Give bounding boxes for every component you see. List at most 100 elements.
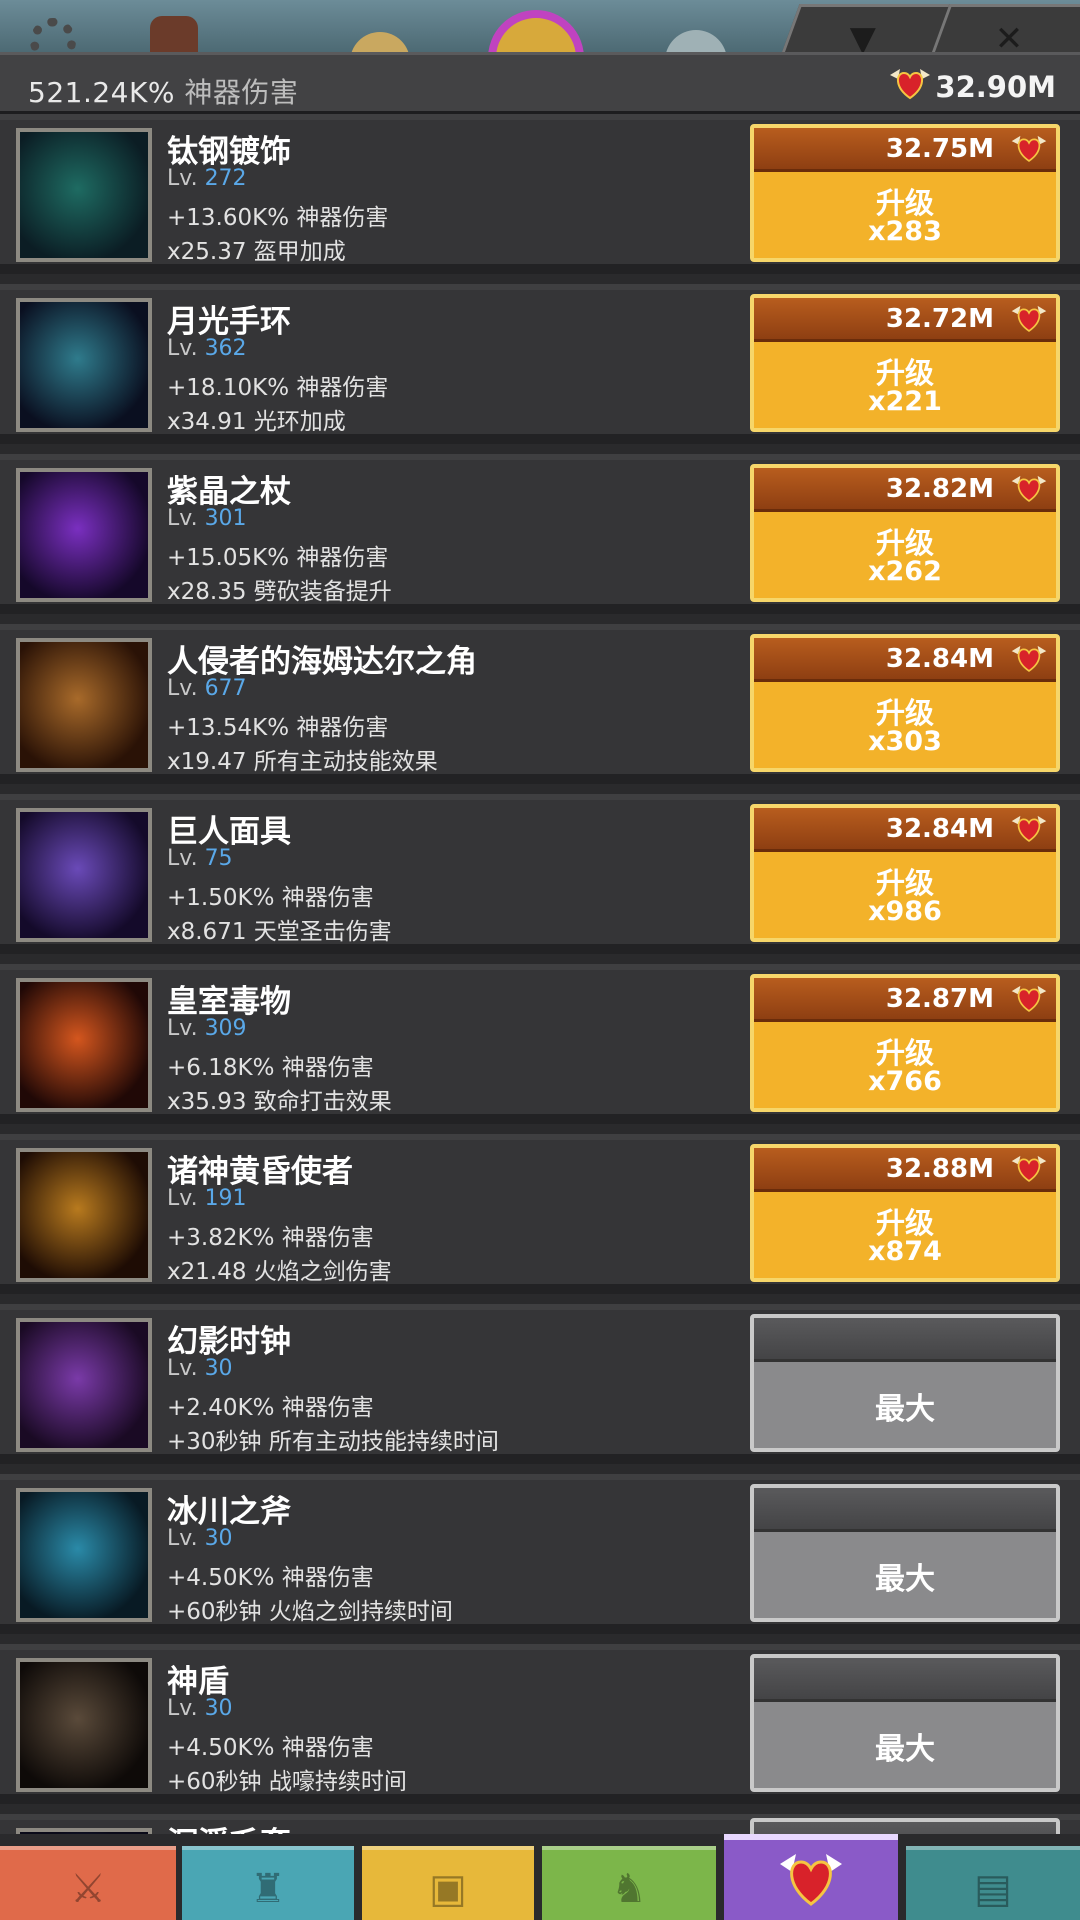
- artifact-level-value: 309: [204, 1016, 247, 1041]
- artifact-level-value: 30: [204, 1526, 233, 1551]
- winged-heart-icon: [1010, 132, 1048, 168]
- artifact-row[interactable]: 月光手环 Lv. 362 +18.10K% 神器伤害 x34.91 光环加成 3…: [0, 284, 1080, 444]
- upgrade-button[interactable]: 32.84M 升级 x303: [750, 634, 1060, 772]
- artifact-name: 月光手环: [167, 304, 291, 340]
- upgrade-button[interactable]: 32.82M 升级 x262: [750, 464, 1060, 602]
- artifact-row[interactable]: 幻影时钟 Lv. 30 +2.40K% 神器伤害 +30秒钟 所有主动技能持续时…: [0, 1304, 1080, 1464]
- helmet-icon: ♜: [250, 1866, 286, 1912]
- artifact-name: 巨人面具: [167, 814, 291, 850]
- artifact-row[interactable]: 冰川之斧 Lv. 30 +4.50K% 神器伤害 +60秒钟 火焰之剑持续时间 …: [0, 1474, 1080, 1634]
- upgrade-multiplier: x986: [868, 896, 942, 927]
- artifact-effect-primary: +13.54K% 神器伤害: [167, 715, 389, 741]
- upgrade-multiplier: x766: [868, 1066, 942, 1097]
- artifact-row[interactable]: 沉浮毛套: [0, 1814, 1080, 1834]
- artifact-row[interactable]: 神盾 Lv. 30 +4.50K% 神器伤害 +60秒钟 战嚎持续时间 最大: [0, 1644, 1080, 1804]
- laborers-pendant-hammer-icon: [20, 1152, 148, 1278]
- winged-heart-icon: [1010, 642, 1048, 678]
- max-label: 最大: [875, 1562, 935, 1597]
- hero-portrait-ring[interactable]: [488, 10, 584, 52]
- artifact-effect-secondary: +60秒钟 战嚎持续时间: [167, 1769, 407, 1795]
- artifact-row[interactable]: 诸神黄昏使者 Lv. 191 +3.82K% 神器伤害 x21.48 火焰之剑伤…: [0, 1134, 1080, 1294]
- artifact-level-value: 30: [204, 1696, 233, 1721]
- gear-icon[interactable]: [30, 18, 76, 52]
- max-level-button[interactable]: [750, 1818, 1060, 1834]
- artifact-thumbnail[interactable]: [16, 298, 152, 432]
- artifact-thumbnail[interactable]: [16, 638, 152, 772]
- artifact-effect-primary: +3.82K% 神器伤害: [167, 1225, 374, 1251]
- artifact-effect-primary: +4.50K% 神器伤害: [167, 1735, 374, 1761]
- artifact-thumbnail[interactable]: [16, 468, 152, 602]
- tab-pets[interactable]: ♞: [542, 1846, 716, 1920]
- artifact-level: Lv. 30: [167, 1356, 233, 1381]
- total-damage-value: 521.24K%: [28, 76, 175, 109]
- close-icon: ✕: [994, 19, 1024, 52]
- max-label: 最大: [875, 1732, 935, 1767]
- artifact-effect-primary: +2.40K% 神器伤害: [167, 1395, 374, 1421]
- tab-clan[interactable]: ♜: [182, 1846, 354, 1920]
- artifact-name: 诸神黄昏使者: [167, 1154, 353, 1190]
- artifact-name: 人侵者的海姆达尔之角: [167, 644, 477, 680]
- titanium-plating-icon: [20, 132, 148, 258]
- skill-disc-icon[interactable]: [350, 32, 410, 52]
- upgrade-button[interactable]: 32.87M 升级 x766: [750, 974, 1060, 1112]
- crossed-swords-icon[interactable]: [150, 16, 198, 52]
- artifact-thumbnail[interactable]: [16, 978, 152, 1112]
- tab-artifacts[interactable]: [724, 1834, 898, 1920]
- winged-heart-icon: [1010, 982, 1048, 1018]
- upgrade-multiplier: x303: [868, 726, 942, 757]
- artifact-effect-secondary: x19.47 所有主动技能效果: [167, 749, 438, 775]
- artifact-level: Lv. 309: [167, 1016, 247, 1041]
- total-artifact-damage: 521.24K% 神器伤害: [28, 71, 298, 111]
- artifact-thumbnail[interactable]: [16, 1658, 152, 1792]
- tab-heroes[interactable]: ⚔: [0, 1846, 176, 1920]
- titan-mask-icon: [20, 812, 148, 938]
- upgrade-button[interactable]: 32.84M 升级 x986: [750, 804, 1060, 942]
- artifact-name: 皇室毒物: [167, 984, 291, 1020]
- artifact-row[interactable]: 钛钢镀饰 Lv. 272 +13.60K% 神器伤害 x25.37 盔甲加成 3…: [0, 114, 1080, 274]
- upgrade-button[interactable]: 32.72M 升级 x221: [750, 294, 1060, 432]
- max-level-button[interactable]: 最大: [750, 1654, 1060, 1792]
- artifact-effect-secondary: x28.35 劈砍装备提升: [167, 579, 392, 605]
- artifact-name: 钛钢镀饰: [167, 134, 291, 170]
- artifact-effect-secondary: x34.91 光环加成: [167, 409, 346, 435]
- bubble-icon[interactable]: [665, 30, 727, 52]
- cost-bar: 32.75M: [754, 128, 1056, 172]
- artifact-row[interactable]: 紫晶之杖 Lv. 301 +15.05K% 神器伤害 x28.35 劈砍装备提升…: [0, 454, 1080, 614]
- tab-equipment[interactable]: ▣: [362, 1846, 534, 1920]
- max-label: 最大: [875, 1392, 935, 1427]
- artifact-thumbnail[interactable]: [16, 1318, 152, 1452]
- artifact-name: 幻影时钟: [167, 1324, 291, 1360]
- max-level-button[interactable]: 最大: [750, 1484, 1060, 1622]
- cost-bar: [754, 1822, 1056, 1834]
- artifacts-header: 521.24K% 神器伤害 32.90M: [0, 52, 1080, 114]
- artifact-level-value: 301: [204, 506, 247, 531]
- artifact-thumbnail[interactable]: [16, 128, 152, 262]
- artifact-thumbnail[interactable]: [16, 1148, 152, 1282]
- artifact-thumbnail[interactable]: [16, 808, 152, 942]
- artifact-row[interactable]: 皇室毒物 Lv. 309 +6.18K% 神器伤害 x35.93 致命打击效果 …: [0, 964, 1080, 1124]
- relic-total: 32.90M: [935, 70, 1056, 104]
- artifact-level-value: 30: [204, 1356, 233, 1381]
- cost-bar: [754, 1488, 1056, 1532]
- upgrade-button[interactable]: 32.88M 升级 x874: [750, 1144, 1060, 1282]
- artifact-row[interactable]: 人侵者的海姆达尔之角 Lv. 677 +13.54K% 神器伤害 x19.47 …: [0, 624, 1080, 784]
- artifact-effect-primary: +13.60K% 神器伤害: [167, 205, 389, 231]
- artifact-list[interactable]: 钛钢镀饰 Lv. 272 +13.60K% 神器伤害 x25.37 盔甲加成 3…: [0, 114, 1080, 1834]
- cost-bar: 32.82M: [754, 468, 1056, 512]
- upgrade-multiplier: x262: [868, 556, 942, 587]
- artifact-level: Lv. 75: [167, 846, 233, 871]
- upgrade-cost: 32.72M: [885, 304, 994, 334]
- upgrade-cost: 32.84M: [885, 644, 994, 674]
- artifact-thumbnail[interactable]: [16, 1488, 152, 1622]
- artifact-row[interactable]: 巨人面具 Lv. 75 +1.50K% 神器伤害 x8.671 天堂圣击伤害 3…: [0, 794, 1080, 954]
- max-level-button[interactable]: 最大: [750, 1314, 1060, 1452]
- tab-shop[interactable]: ▤: [906, 1846, 1080, 1920]
- artifact-effect-secondary: x8.671 天堂圣击伤害: [167, 919, 392, 945]
- winged-heart-icon: [1010, 1152, 1048, 1188]
- artifact-level-value: 191: [204, 1186, 247, 1211]
- upgrade-multiplier: x874: [868, 1236, 942, 1267]
- upgrade-button[interactable]: 32.75M 升级 x283: [750, 124, 1060, 262]
- close-tab[interactable]: ✕: [930, 4, 1080, 52]
- artifact-level: Lv. 30: [167, 1526, 233, 1551]
- moonlight-bracelet-icon: [20, 302, 148, 428]
